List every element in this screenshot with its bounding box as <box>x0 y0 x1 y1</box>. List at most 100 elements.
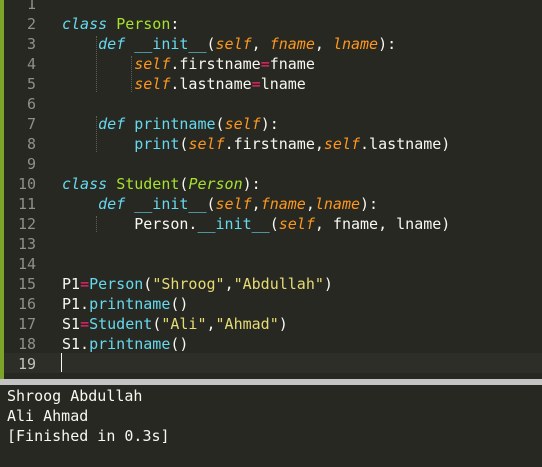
code-token: self <box>323 135 361 153</box>
code-token: class <box>62 175 108 193</box>
code-token: ) <box>278 315 288 333</box>
code-line: 2 class Person: <box>0 14 542 34</box>
code-token: .lastname) <box>360 135 451 153</box>
code-token: = <box>260 55 270 73</box>
code-token: def <box>98 35 126 53</box>
code-line: 19 <box>0 354 542 374</box>
code-token: fname <box>260 195 306 213</box>
code-token: () <box>170 295 189 313</box>
code-token: Person <box>116 15 171 33</box>
code-token: , <box>251 35 270 53</box>
code-token: , <box>224 275 234 293</box>
code-token: Person <box>89 275 144 293</box>
code-line: 7 def printname(self): <box>0 114 542 134</box>
code-text: print(self.firstname,self.lastname) <box>62 134 450 154</box>
code-token: def <box>98 115 126 133</box>
code-token: ( <box>215 115 225 133</box>
output-line: Shroog Abdullah <box>7 387 143 405</box>
code-token: class <box>62 15 108 33</box>
line-number: 14 <box>17 255 36 273</box>
code-line: 14 <box>0 254 542 274</box>
code-token: ( <box>152 315 162 333</box>
code-line: 15 P1=Person("Shroog","Abdullah") <box>0 274 542 294</box>
code-line: 13 <box>0 234 542 254</box>
code-line: 1 <box>0 0 542 14</box>
line-number: 10 <box>17 175 36 193</box>
code-line: 10 class Student(Person): <box>0 174 542 194</box>
code-line: 5 self.lastname=lname <box>0 74 542 94</box>
code-editor[interactable]: 1 2 class Person: 3 def __init__(self, fnam… <box>0 0 542 379</box>
code-token: lname <box>260 75 306 93</box>
code-token: ( <box>206 195 216 213</box>
line-number: 3 <box>26 35 36 53</box>
code-line: 3 def __init__(self, fname, lname): <box>0 34 542 54</box>
code-line: 17 S1=Student("Ali","Ahmad") <box>0 314 542 334</box>
code-line: 18 S1.printname() <box>0 334 542 354</box>
code-token: "Ahmad" <box>215 315 279 333</box>
code-token: lname <box>314 195 361 213</box>
build-output-panel[interactable]: Shroog Abdullah Ali Ahmad [Finished in 0… <box>0 385 542 467</box>
code-token: printname <box>134 115 216 133</box>
code-token: self <box>278 215 315 233</box>
code-token: Person <box>188 175 243 193</box>
code-token: .firstname <box>170 55 261 73</box>
code-token: ( <box>269 215 279 233</box>
code-text: Person.__init__(self, fname, lname) <box>62 214 450 234</box>
code-text: self.firstname=fname <box>62 54 315 74</box>
code-token: __init__ <box>197 215 270 233</box>
code-token: "Abdullah" <box>233 275 324 293</box>
code-text: P1=Person("Shroog","Abdullah") <box>62 274 333 294</box>
code-token: () <box>170 335 189 353</box>
text-caret <box>61 353 62 372</box>
indent-guide <box>96 216 98 232</box>
indent-guide <box>96 116 98 152</box>
code-line: 6 <box>0 94 542 114</box>
line-number: 15 <box>17 275 36 293</box>
code-token: __init__ <box>134 35 207 53</box>
code-token: "Ali" <box>161 315 207 333</box>
code-token: self <box>224 115 261 133</box>
line-number: 1 <box>26 0 36 13</box>
code-token: , fname, lname) <box>314 215 451 233</box>
line-number: 2 <box>26 15 36 33</box>
code-token: ( <box>143 275 153 293</box>
code-token: : <box>170 15 180 33</box>
code-text: S1=Student("Ali","Ahmad") <box>62 314 288 334</box>
code-text: def __init__(self, fname, lname): <box>62 34 396 54</box>
code-token: self <box>134 75 171 93</box>
code-token: S1 <box>62 315 81 333</box>
code-token: Student <box>116 175 180 193</box>
line-number: 17 <box>17 315 36 333</box>
code-token: ): <box>360 195 379 213</box>
code-token: ) <box>323 275 333 293</box>
code-token: Person. <box>62 215 198 233</box>
output-line: [Finished in 0.3s] <box>7 427 170 445</box>
code-line: 8 print(self.firstname,self.lastname) <box>0 134 542 154</box>
line-number: 13 <box>17 235 36 253</box>
line-number: 7 <box>26 115 36 133</box>
code-token: , <box>251 195 261 213</box>
code-token: print <box>134 135 180 153</box>
code-token: P1 <box>62 275 81 293</box>
code-token: .firstname, <box>224 135 324 153</box>
code-text: P1.printname() <box>62 294 188 314</box>
code-token: , <box>206 315 216 333</box>
code-line: 11 def __init__(self,fname,lname): <box>0 194 542 214</box>
code-token: Student <box>89 315 153 333</box>
code-token: = <box>80 275 90 293</box>
code-token: ): <box>378 35 397 53</box>
code-token: fname <box>269 35 315 53</box>
code-text: class Student(Person): <box>62 174 261 194</box>
code-token: def <box>98 195 126 213</box>
code-text: def __init__(self,fname,lname): <box>62 194 378 214</box>
